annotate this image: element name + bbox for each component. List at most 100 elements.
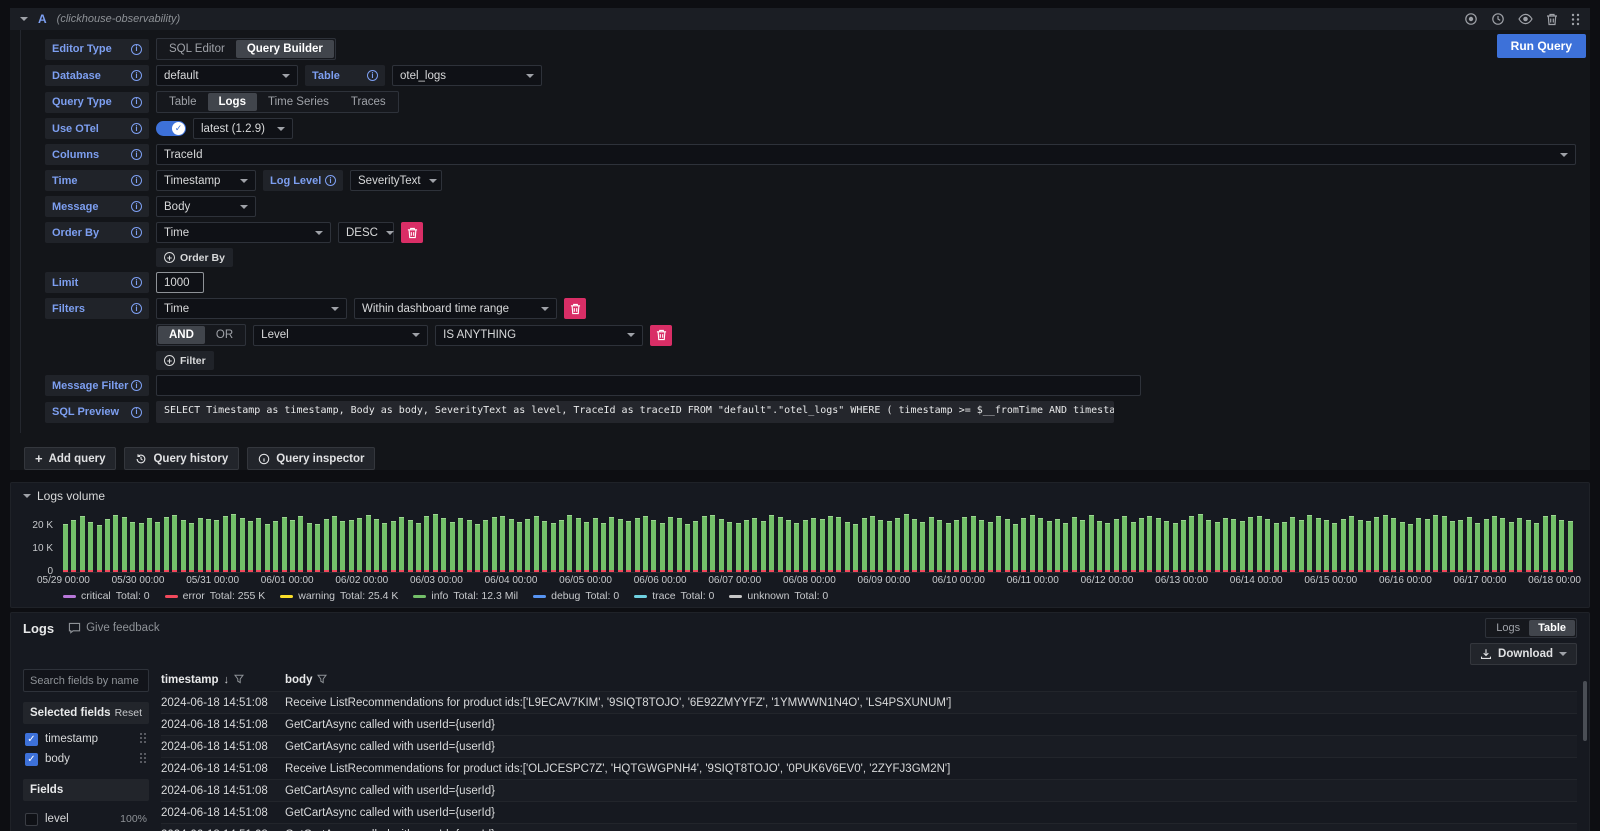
collapse-chevron-icon[interactable] bbox=[20, 17, 28, 21]
info-icon[interactable] bbox=[131, 149, 142, 160]
hide-query-eye-icon[interactable] bbox=[1518, 13, 1533, 25]
filter2-field-select[interactable]: Level bbox=[253, 325, 428, 346]
legend-item-debug[interactable]: debugTotal: 0 bbox=[533, 590, 619, 602]
info-icon[interactable] bbox=[131, 407, 142, 418]
search-fields-input[interactable] bbox=[23, 669, 149, 692]
use-otel-toggle[interactable] bbox=[156, 121, 186, 136]
info-icon[interactable] bbox=[367, 70, 378, 81]
table-option[interactable]: Table bbox=[1529, 620, 1575, 636]
volume-bar bbox=[315, 524, 320, 572]
info-icon[interactable] bbox=[131, 277, 142, 288]
filter-icon[interactable] bbox=[317, 674, 327, 687]
collapse-chevron-icon[interactable] bbox=[23, 494, 31, 498]
time-series-option[interactable]: Time Series bbox=[257, 93, 340, 111]
limit-input[interactable] bbox=[156, 272, 204, 293]
table-option[interactable]: Table bbox=[158, 93, 208, 111]
info-icon[interactable] bbox=[131, 70, 142, 81]
give-feedback-link[interactable]: Give feedback bbox=[68, 622, 160, 634]
checkbox-checked[interactable] bbox=[25, 753, 38, 766]
add-query-button[interactable]: + Add query bbox=[24, 447, 116, 470]
logs-option[interactable]: Logs bbox=[1487, 620, 1529, 636]
remove-filter-button[interactable] bbox=[564, 298, 586, 319]
order-by-label: Order By bbox=[45, 222, 149, 243]
table-scrollbar[interactable] bbox=[1583, 681, 1587, 741]
sql-editor-option[interactable]: SQL Editor bbox=[158, 40, 236, 58]
filter-value-select[interactable]: Within dashboard time range bbox=[354, 298, 557, 319]
info-icon[interactable] bbox=[131, 201, 142, 212]
time-row: Time Timestamp Log Level SeverityText bbox=[45, 170, 1576, 191]
query-history-icon[interactable] bbox=[1491, 12, 1505, 26]
table-row[interactable]: 2024-06-18 14:51:08GetCartAsync called w… bbox=[161, 713, 1577, 735]
filter-field-select[interactable]: Time bbox=[156, 298, 347, 319]
info-icon[interactable] bbox=[131, 44, 142, 55]
volume-bar bbox=[719, 519, 724, 572]
checkbox-unchecked[interactable] bbox=[25, 813, 38, 826]
order-by-field-select[interactable]: Time bbox=[156, 222, 331, 243]
columns-multiselect[interactable]: TraceId bbox=[156, 144, 1576, 165]
message-column-select[interactable]: Body bbox=[156, 196, 256, 217]
message-filter-input[interactable] bbox=[156, 375, 1141, 396]
query-row-header[interactable]: A (clickhouse-observability) bbox=[10, 8, 1590, 30]
legend-item-warning[interactable]: warningTotal: 25.4 K bbox=[280, 590, 398, 602]
table-row[interactable]: 2024-06-18 14:51:08Receive ListRecommend… bbox=[161, 757, 1577, 779]
reset-fields-link[interactable]: Reset bbox=[115, 707, 142, 719]
remove-order-by-button[interactable] bbox=[401, 222, 423, 243]
traces-option[interactable]: Traces bbox=[340, 93, 397, 111]
order-direction-select[interactable]: DESC bbox=[338, 222, 394, 243]
filter2-operator-select[interactable]: IS ANYTHING bbox=[435, 325, 643, 346]
drag-handle-icon[interactable] bbox=[1571, 13, 1580, 26]
table-row[interactable]: 2024-06-18 14:51:08GetCartAsync called w… bbox=[161, 823, 1577, 831]
body-column-header[interactable]: body bbox=[285, 674, 327, 687]
legend-item-info[interactable]: infoTotal: 12.3 Mil bbox=[413, 590, 518, 602]
sort-desc-icon[interactable]: ↓ bbox=[224, 674, 230, 686]
and-option[interactable]: AND bbox=[158, 326, 205, 344]
volume-bar bbox=[1551, 515, 1556, 572]
volume-bar bbox=[307, 523, 312, 573]
timestamp-column-header[interactable]: timestamp↓ bbox=[161, 674, 285, 687]
volume-bar bbox=[1248, 517, 1253, 572]
query-builder-option[interactable]: Query Builder bbox=[236, 40, 334, 58]
duplicate-query-icon[interactable] bbox=[1464, 12, 1478, 26]
table-row[interactable]: 2024-06-18 14:51:08GetCartAsync called w… bbox=[161, 801, 1577, 823]
legend-item-trace[interactable]: traceTotal: 0 bbox=[634, 590, 714, 602]
filter-icon[interactable] bbox=[234, 674, 244, 687]
chevron-down-icon bbox=[429, 179, 437, 183]
otel-version-select[interactable]: latest (1.2.9) bbox=[193, 118, 293, 139]
legend-item-unknown[interactable]: unknownTotal: 0 bbox=[729, 590, 828, 602]
volume-bar bbox=[996, 516, 1001, 572]
info-icon[interactable] bbox=[325, 175, 336, 186]
or-option[interactable]: OR bbox=[205, 326, 244, 344]
run-query-button[interactable]: Run Query bbox=[1497, 34, 1586, 58]
table-row[interactable]: 2024-06-18 14:51:08Receive ListRecommend… bbox=[161, 691, 1577, 713]
add-order-by-button[interactable]: Order By bbox=[156, 248, 233, 267]
query-history-button[interactable]: Query history bbox=[124, 447, 239, 470]
download-button[interactable]: Download bbox=[1470, 643, 1577, 665]
info-icon[interactable] bbox=[131, 123, 142, 134]
x-axis-tick: 06/14 00:00 bbox=[1230, 575, 1283, 586]
sql-preview-code[interactable]: SELECT Timestamp as timestamp, Body as b… bbox=[156, 401, 1114, 423]
drag-handle-icon[interactable] bbox=[139, 752, 147, 767]
chevron-down-icon bbox=[541, 307, 549, 311]
remove-filter2-button[interactable] bbox=[650, 325, 672, 346]
info-icon[interactable] bbox=[131, 97, 142, 108]
info-icon[interactable] bbox=[131, 227, 142, 238]
table-row[interactable]: 2024-06-18 14:51:08GetCartAsync called w… bbox=[161, 735, 1577, 757]
database-select[interactable]: default bbox=[156, 65, 298, 86]
table-select[interactable]: otel_logs bbox=[392, 65, 542, 86]
info-icon[interactable] bbox=[131, 303, 142, 314]
drag-handle-icon[interactable] bbox=[139, 732, 147, 747]
logs-option[interactable]: Logs bbox=[208, 93, 257, 111]
legend-item-critical[interactable]: criticalTotal: 0 bbox=[63, 590, 150, 602]
time-column-select[interactable]: Timestamp bbox=[156, 170, 256, 191]
checkbox-checked[interactable] bbox=[25, 733, 38, 746]
legend-item-error[interactable]: errorTotal: 255 K bbox=[165, 590, 266, 602]
delete-query-icon[interactable] bbox=[1546, 13, 1558, 26]
info-icon[interactable] bbox=[131, 380, 142, 391]
query-inspector-button[interactable]: Query inspector bbox=[247, 447, 375, 470]
info-icon[interactable] bbox=[131, 175, 142, 186]
add-filter-button[interactable]: Filter bbox=[156, 351, 214, 370]
table-row[interactable]: 2024-06-18 14:51:08GetCartAsync called w… bbox=[161, 779, 1577, 801]
volume-bar bbox=[811, 518, 816, 572]
log-level-select[interactable]: SeverityText bbox=[350, 170, 442, 191]
logs-volume-header[interactable]: Logs volume bbox=[19, 487, 1581, 505]
